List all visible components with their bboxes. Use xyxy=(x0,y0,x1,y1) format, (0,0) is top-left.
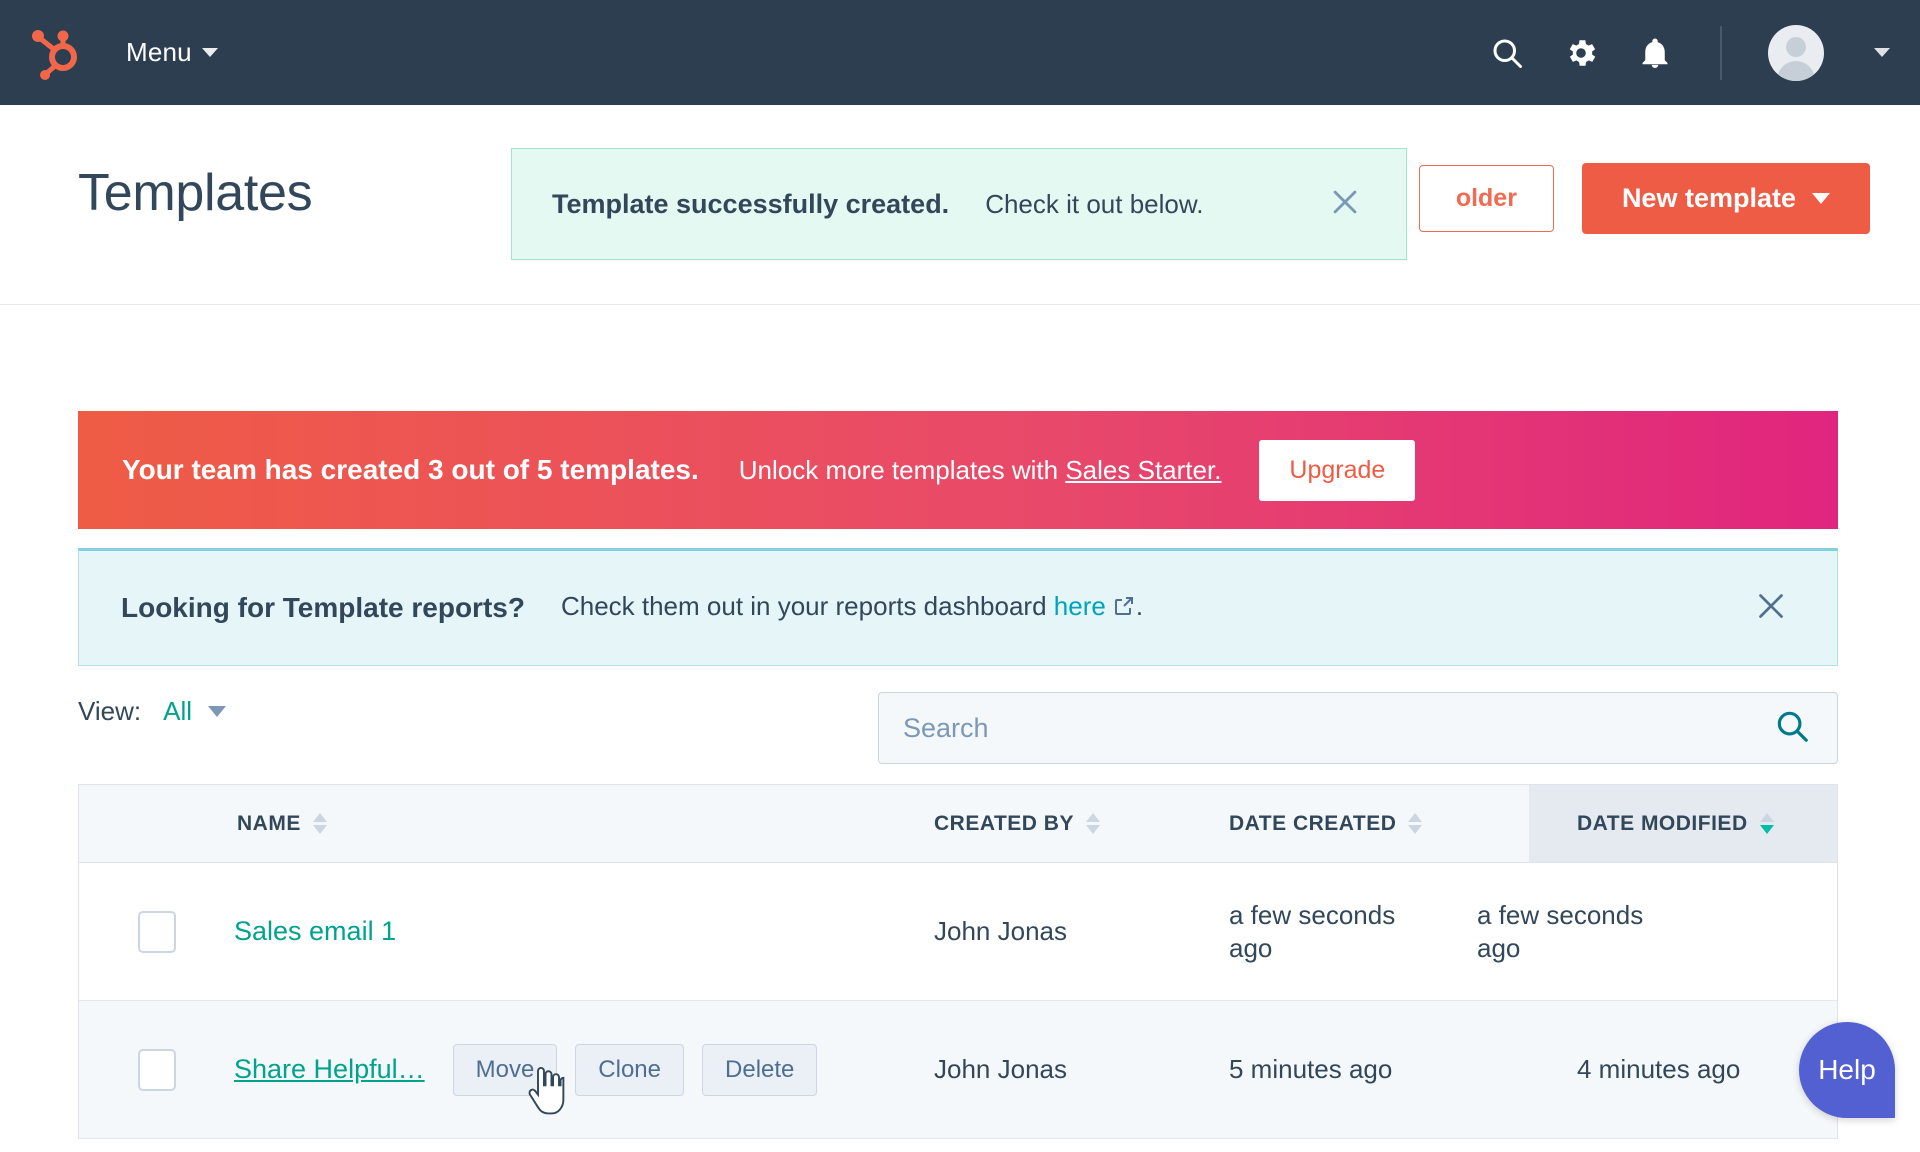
hubspot-sprocket-logo[interactable] xyxy=(24,22,86,84)
promo-headline: Your team has created 3 out of 5 templat… xyxy=(122,454,699,485)
sort-icon-created-by[interactable] xyxy=(1085,813,1100,834)
row-checkbox-cell xyxy=(79,910,234,953)
reports-dashboard-link[interactable]: here xyxy=(1054,591,1106,621)
view-label: View: xyxy=(78,696,142,726)
view-select-value[interactable]: All xyxy=(163,696,192,727)
search-box[interactable] xyxy=(878,692,1838,764)
chevron-down-icon[interactable] xyxy=(1874,48,1890,57)
nav-right-group xyxy=(1488,24,1890,81)
new-template-button[interactable]: New template xyxy=(1581,163,1870,234)
main-menu-button[interactable]: Menu xyxy=(126,37,218,68)
info-text: Check them out in your reports dashboard… xyxy=(561,591,1143,625)
new-template-label: New template xyxy=(1621,183,1796,213)
promo-text-label: Unlock more templates with xyxy=(738,454,1059,485)
sort-icon-date-modified[interactable] xyxy=(1759,813,1774,834)
search-input[interactable] xyxy=(903,712,1773,744)
row-date-created: a few seconds ago xyxy=(1229,900,1396,963)
search-icon[interactable] xyxy=(1773,707,1811,750)
sales-starter-link[interactable]: Sales Starter. xyxy=(1065,455,1221,485)
toast-title: Template successfully created. xyxy=(552,188,950,219)
column-header-date-modified[interactable]: DATE MODIFIED xyxy=(1529,785,1837,862)
sort-icon-date-created[interactable] xyxy=(1408,813,1423,834)
chevron-down-icon xyxy=(201,48,218,57)
row-action-buttons: Move Clone Delete xyxy=(452,1043,818,1096)
external-link-icon xyxy=(1112,594,1136,625)
templates-table: NAME CREATED BY DATE CREATED DATE MODIFI… xyxy=(78,784,1838,1139)
table-header-row: NAME CREATED BY DATE CREATED DATE MODIFI… xyxy=(79,785,1837,863)
table-row[interactable]: Share Helpful… Move Clone Delete John Jo… xyxy=(79,1001,1837,1139)
info-text-label: Check them out in your reports dashboard xyxy=(560,591,1047,621)
new-folder-button[interactable]: older xyxy=(1418,165,1554,232)
column-header-created-by[interactable]: CREATED BY xyxy=(934,785,1229,862)
row-name-cell: Sales email 1 xyxy=(234,916,934,947)
row-checkbox-cell xyxy=(79,1048,234,1091)
view-filter: View: All xyxy=(78,696,227,727)
top-navigation-bar: Menu xyxy=(0,0,1920,105)
template-reports-banner: Looking for Template reports? Check them… xyxy=(78,548,1838,666)
close-icon[interactable] xyxy=(1328,185,1362,224)
column-label-date-created: DATE CREATED xyxy=(1229,811,1397,835)
row-checkbox[interactable] xyxy=(137,1048,176,1091)
row-name-cell: Share Helpful… Move Clone Delete xyxy=(234,1043,934,1114)
bell-icon[interactable] xyxy=(1636,34,1674,72)
close-icon[interactable] xyxy=(1753,588,1789,629)
row-created-by: John Jonas xyxy=(934,916,1067,947)
column-label-created-by: CREATED BY xyxy=(934,811,1074,835)
avatar-head xyxy=(1786,36,1806,57)
toast-message: Check it out below. xyxy=(985,188,1204,219)
help-button[interactable]: Help xyxy=(1799,1022,1895,1118)
caret-down-icon[interactable] xyxy=(208,706,227,717)
info-headline: Looking for Template reports? xyxy=(121,592,525,623)
main-menu-label: Menu xyxy=(126,37,192,67)
row-date-created: 5 minutes ago xyxy=(1229,1054,1393,1085)
delete-button[interactable]: Delete xyxy=(702,1043,818,1096)
avatar-body xyxy=(1777,60,1815,81)
column-label-date-modified: DATE MODIFIED xyxy=(1577,811,1748,835)
caret-down-icon xyxy=(1812,193,1830,204)
move-button[interactable]: Move xyxy=(452,1043,558,1096)
row-created-by: John Jonas xyxy=(934,1054,1067,1085)
column-header-date-created[interactable]: DATE CREATED xyxy=(1229,785,1529,862)
table-row[interactable]: Sales email 1 John Jonas a few seconds a… xyxy=(79,863,1837,1001)
template-name-link[interactable]: Sales email 1 xyxy=(234,916,396,947)
column-header-name[interactable]: NAME xyxy=(234,785,934,862)
search-icon[interactable] xyxy=(1488,34,1526,72)
select-all-header xyxy=(79,785,234,862)
info-suffix: . xyxy=(1135,591,1144,621)
gear-icon[interactable] xyxy=(1562,34,1600,72)
avatar[interactable] xyxy=(1768,24,1824,81)
nav-divider xyxy=(1720,25,1722,80)
row-checkbox[interactable] xyxy=(137,910,176,953)
promo-text: Unlock more templates with Sales Starter… xyxy=(739,455,1222,486)
upgrade-button[interactable]: Upgrade xyxy=(1259,439,1416,501)
column-label-name: NAME xyxy=(237,811,301,835)
page-title: Templates xyxy=(78,164,313,222)
sort-icon-name[interactable] xyxy=(312,813,327,834)
row-date-modified: 4 minutes ago xyxy=(1577,1054,1741,1085)
template-name-link[interactable]: Share Helpful… xyxy=(234,1054,425,1085)
clone-button[interactable]: Clone xyxy=(575,1043,685,1096)
upgrade-promo-banner: Your team has created 3 out of 5 templat… xyxy=(78,411,1838,529)
row-date-modified: a few seconds ago xyxy=(1477,900,1644,963)
success-toast: Template successfully created. Check it … xyxy=(511,148,1407,260)
header-actions: older New template xyxy=(1418,163,1870,234)
